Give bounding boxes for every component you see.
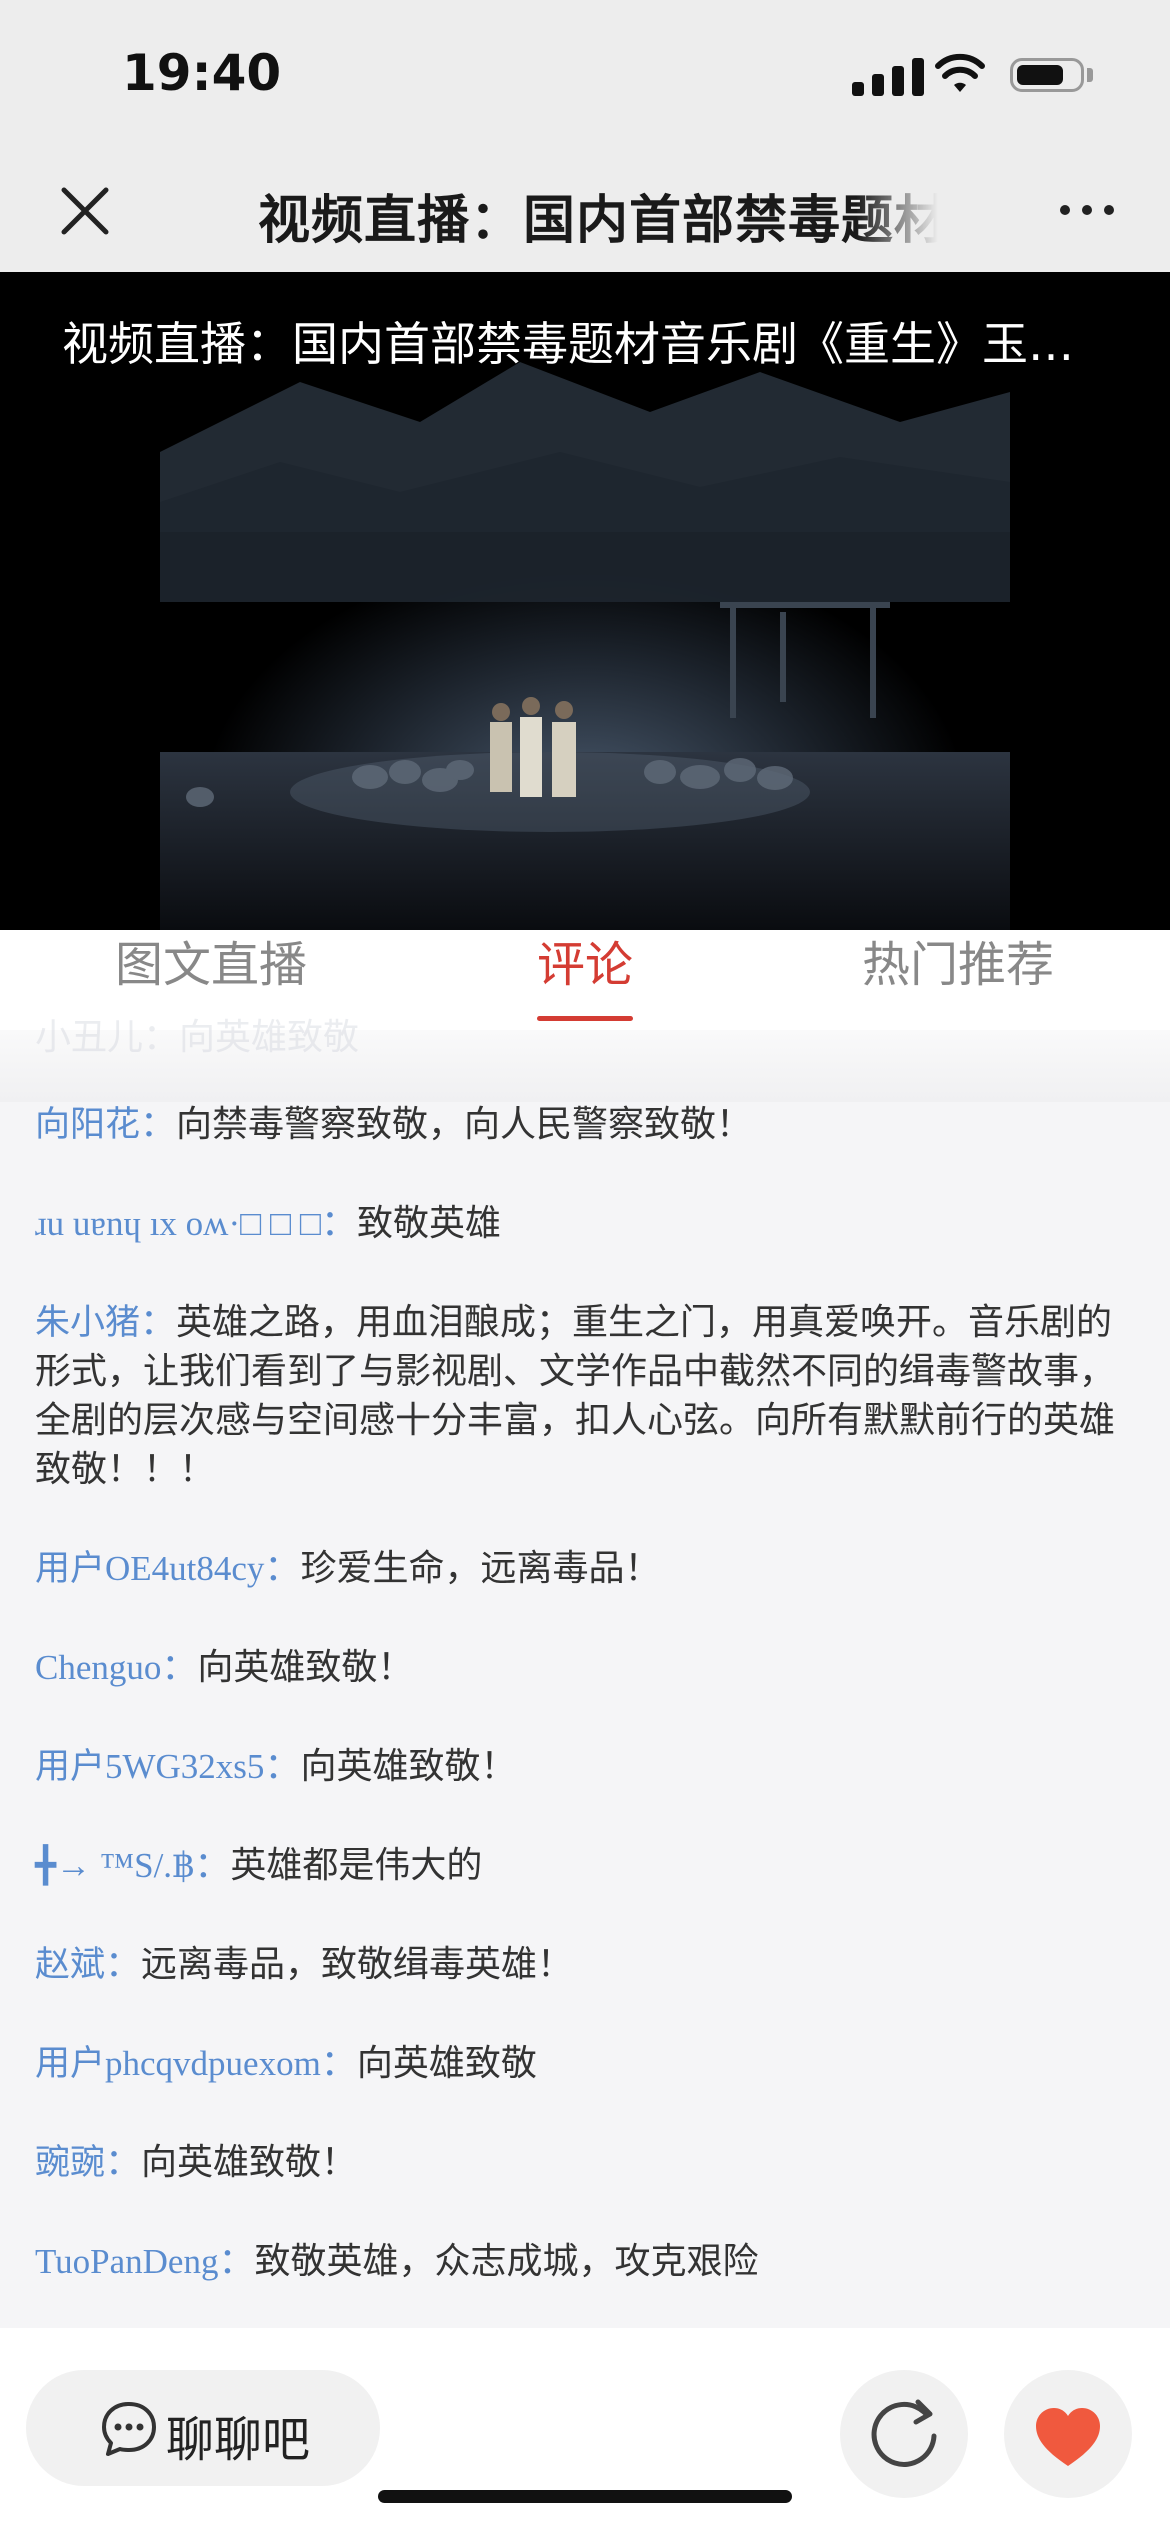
like-button[interactable] [1004, 2370, 1132, 2498]
comment-text: 向英雄致敬！ [300, 1746, 517, 1787]
comment-text: 致敬英雄 [357, 1203, 502, 1244]
comment-separator: ： [218, 2241, 255, 2282]
comment-item: 豌豌：向英雄致敬！ [35, 2138, 1135, 2187]
comment-text: 向英雄致敬！ [197, 1647, 414, 1688]
comment-separator: ： [140, 1302, 177, 1343]
chat-input-button[interactable]: 聊聊吧 [26, 2370, 380, 2486]
comment-username[interactable]: TuoPanDeng [35, 2242, 218, 2281]
comment-username[interactable]: 朱小猪 [35, 1303, 140, 1342]
active-tab-indicator [537, 1016, 633, 1021]
comment-separator: ： [105, 2142, 142, 2183]
cellular-signal-icon [852, 56, 924, 96]
comment-text: 向英雄致敬！ [141, 2142, 358, 2183]
comment-separator: ： [264, 1548, 301, 1589]
username-text: ɹu uɐnɥ ıx oʍ· [35, 1204, 241, 1243]
video-player[interactable]: 视频直播：国内首部禁毒题材音乐剧《重生》玉… [0, 272, 1170, 930]
comment-username[interactable]: Chenguo [35, 1648, 161, 1687]
comment-item: 赵斌：远离毒品，致敬缉毒英雄！ [35, 1940, 1135, 1989]
tab-hot-recommendations[interactable]: 热门推荐 [862, 930, 1054, 1000]
comment-separator: ： [321, 1203, 358, 1244]
comment-separator: ： [194, 1845, 231, 1886]
close-icon[interactable] [50, 176, 120, 246]
comment-username[interactable]: 向阳花 [35, 1105, 140, 1144]
chat-label: 聊聊吧 [166, 2412, 311, 2468]
comment-text: 向禁毒警察致敬，向人民警察致敬！ [176, 1104, 753, 1145]
refresh-button[interactable] [840, 2370, 968, 2498]
comment-username[interactable]: ╋→ ™S/.฿ [35, 1846, 194, 1885]
battery-tip [1087, 68, 1093, 82]
status-time: 19:40 [122, 44, 282, 102]
comment-username[interactable]: 用户5WG32xs5 [35, 1747, 264, 1786]
comment-text: 致敬英雄，众志成城，攻克艰险 [254, 2241, 759, 2282]
comment-username[interactable]: 用户phcqvdpuexom [35, 2044, 321, 2083]
battery-icon [1010, 58, 1084, 92]
navigation-bar: 视频直播：国内首部禁毒题材 [0, 150, 1170, 272]
faded-comment: 小丑儿：向英雄致敬 [35, 1017, 360, 1058]
comment-item: 向阳花：向禁毒警察致敬，向人民警察致敬！ [35, 1100, 1135, 1149]
comment-username[interactable]: 豌豌 [35, 2143, 105, 2182]
comment-text: 远离毒品，致敬缉毒英雄！ [141, 1944, 574, 1985]
comment-separator: ： [320, 2043, 357, 2084]
comment-item: 朱小猪：英雄之路，用血泪酿成；重生之门，用真爱唤开。音乐剧的形式，让我们看到了与… [35, 1298, 1135, 1494]
refresh-icon [871, 2399, 937, 2467]
comment-item: ɹu uɐnɥ ıx oʍ·□ □ □：致敬英雄 [35, 1199, 1135, 1248]
video-title: 视频直播：国内首部禁毒题材音乐剧《重生》玉… [62, 317, 1074, 371]
comment-item: 用户5WG32xs5：向英雄致敬！ [35, 1742, 1135, 1791]
comment-item: TuoPanDeng：致敬英雄，众志成城，攻克艰险 [35, 2237, 1135, 2286]
tab-live-text[interactable]: 图文直播 [115, 930, 307, 1000]
status-bar: 19:40 [0, 0, 1170, 150]
comment-text: 珍爱生命，远离毒品！ [300, 1548, 661, 1589]
comment-list[interactable]: 向阳花：向禁毒警察致敬，向人民警察致敬！ ɹu uɐnɥ ıx oʍ·□ □ □… [35, 1100, 1135, 2336]
chat-bubble-icon [102, 2402, 156, 2456]
tab-comments[interactable]: 评论 [537, 930, 633, 1000]
page-title: 视频直播：国内首部禁毒题材 [258, 191, 938, 251]
home-indicator [378, 2490, 792, 2503]
comment-separator: ： [264, 1746, 301, 1787]
comment-username[interactable]: ɹu uɐnɥ ıx oʍ·□ □ □ [35, 1204, 321, 1243]
comment-username[interactable]: 赵斌 [35, 1945, 105, 1984]
comment-text: 英雄都是伟大的 [230, 1845, 483, 1886]
heart-icon [1036, 2408, 1100, 2466]
comment-separator: ： [140, 1104, 177, 1145]
comment-item: 用户phcqvdpuexom：向英雄致敬 [35, 2039, 1135, 2088]
username-boxes: □ □ □ [240, 1204, 322, 1243]
comment-separator: ： [105, 1944, 142, 1985]
comment-item: ╋→ ™S/.฿：英雄都是伟大的 [35, 1841, 1135, 1890]
comment-item: Chenguo：向英雄致敬！ [35, 1643, 1135, 1692]
wifi-icon [935, 53, 985, 92]
comment-text: 英雄之路，用血泪酿成；重生之门，用真爱唤开。音乐剧的形式，让我们看到了与影视剧、… [35, 1302, 1116, 1490]
comment-item: 用户OE4ut84cy：珍爱生命，远离毒品！ [35, 1544, 1135, 1593]
comment-username[interactable]: 用户OE4ut84cy [35, 1549, 264, 1588]
comment-text: 向英雄致敬 [356, 2043, 537, 2084]
comment-separator: ： [161, 1647, 198, 1688]
more-options-icon[interactable] [1052, 190, 1122, 230]
